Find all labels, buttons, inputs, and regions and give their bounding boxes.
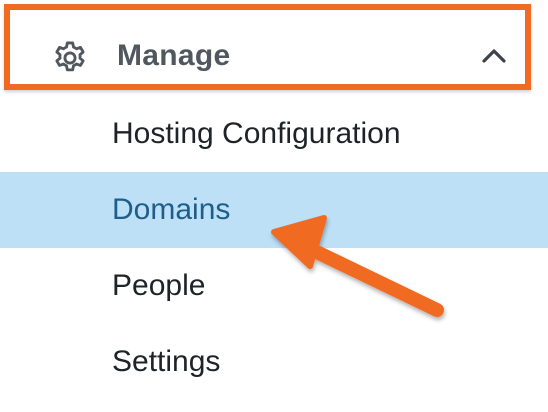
menu-item-domains[interactable]: Domains xyxy=(0,172,548,248)
sidebar-menu-screenshot: Manage Hosting Configuration Domains Peo… xyxy=(0,0,548,412)
menu-item-label: People xyxy=(112,269,206,302)
menu-item-label: Hosting Configuration xyxy=(112,117,401,150)
menu-item-label: Domains xyxy=(112,193,231,226)
menu-item-people[interactable]: People xyxy=(0,248,548,324)
manage-section-header[interactable]: Manage xyxy=(4,4,531,90)
manage-submenu: Hosting Configuration Domains People Set… xyxy=(0,96,548,400)
chevron-up-icon[interactable] xyxy=(480,44,508,66)
menu-item-hosting-configuration[interactable]: Hosting Configuration xyxy=(0,96,548,172)
menu-item-label: Settings xyxy=(112,345,221,378)
menu-item-settings[interactable]: Settings xyxy=(0,324,548,400)
manage-section-title: Manage xyxy=(117,39,231,72)
gear-icon xyxy=(55,41,85,72)
